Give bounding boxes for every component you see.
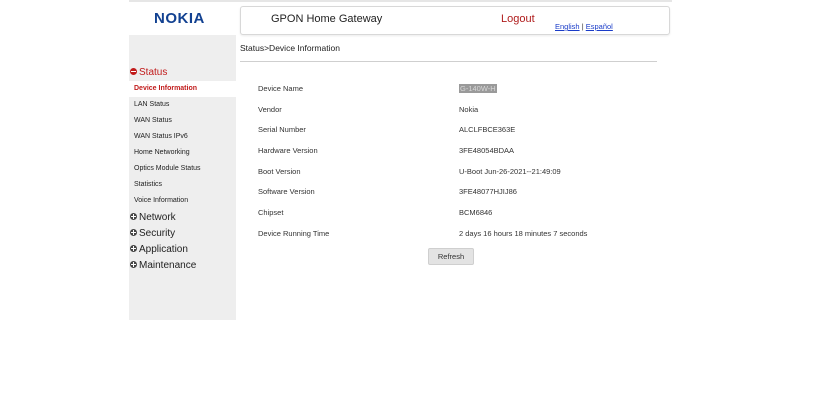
info-label: Vendor (258, 104, 282, 114)
minus-circle-icon (130, 67, 137, 75)
info-label: Software Version (258, 187, 315, 197)
sidebar-section-label: Network (139, 211, 176, 223)
sidebar-section-security[interactable]: Security (129, 225, 236, 241)
refresh-button[interactable]: Refresh (428, 248, 474, 265)
info-label: Device Name (258, 84, 304, 93)
sidebar-item-optics-module-status[interactable]: Optics Module Status (129, 161, 236, 177)
sidebar-item-device-information[interactable]: Device Information (129, 81, 236, 97)
sidebar-section-maintenance[interactable]: Maintenance (129, 257, 236, 273)
info-value: ALCLFBCE363E (459, 125, 516, 135)
language-espanol-link[interactable]: Español (586, 22, 613, 31)
sidebar-section-label: Security (139, 227, 176, 239)
info-label: Chipset (258, 208, 284, 218)
language-english-link[interactable]: English (555, 22, 580, 31)
info-value: Nokia (459, 104, 479, 114)
content-divider (240, 61, 657, 62)
language-switcher: English | Español (555, 22, 613, 31)
sidebar-item-lan-status[interactable]: LAN Status (129, 97, 236, 113)
sidebar-section-status[interactable]: Status (129, 64, 236, 80)
info-label: Device Running Time (258, 228, 330, 238)
plus-circle-icon (130, 212, 137, 220)
info-label: Serial Number (258, 125, 306, 135)
plus-circle-icon (130, 260, 137, 268)
nokia-logo: NOKIA (154, 10, 205, 27)
plus-circle-icon (130, 228, 137, 236)
plus-circle-icon (130, 244, 137, 252)
language-separator: | (581, 22, 584, 31)
sidebar: NOKIA Status Device Information LAN Stat… (129, 2, 236, 320)
info-value: BCM6846 (459, 208, 493, 218)
sidebar-item-statistics[interactable]: Statistics (129, 177, 236, 193)
sidebar-nav: Status Device Information LAN Status WAN… (129, 64, 236, 273)
info-label: Boot Version (258, 166, 301, 176)
status-submenu: Device Information LAN Status WAN Status… (129, 81, 236, 209)
info-value: G-140W-H (459, 84, 497, 93)
gateway-title: GPON Home Gateway (271, 13, 383, 25)
info-value: 2 days 16 hours 18 minutes 7 seconds (459, 228, 588, 238)
sidebar-section-label: Maintenance (139, 259, 197, 271)
logo-area: NOKIA (129, 2, 236, 35)
logout-link[interactable]: Logout (501, 13, 535, 25)
sidebar-section-label: Status (139, 66, 168, 78)
header-bar: GPON Home Gateway Logout English | Españ… (240, 6, 670, 35)
sidebar-item-voice-information[interactable]: Voice Information (129, 193, 236, 209)
sidebar-section-label: Application (139, 243, 188, 255)
sidebar-section-network[interactable]: Network (129, 209, 236, 225)
sidebar-item-wan-status-ipv6[interactable]: WAN Status IPv6 (129, 129, 236, 145)
info-label: Hardware Version (258, 146, 318, 156)
sidebar-item-wan-status[interactable]: WAN Status (129, 113, 236, 129)
sidebar-item-home-networking[interactable]: Home Networking (129, 145, 236, 161)
breadcrumb: Status>Device Information (240, 43, 340, 53)
sidebar-section-application[interactable]: Application (129, 241, 236, 257)
info-value: 3FE48054BDAA (459, 146, 515, 156)
info-value: U-Boot Jun-26-2021--21:49:09 (459, 166, 561, 176)
info-value: 3FE48077HJIJ86 (459, 187, 517, 197)
